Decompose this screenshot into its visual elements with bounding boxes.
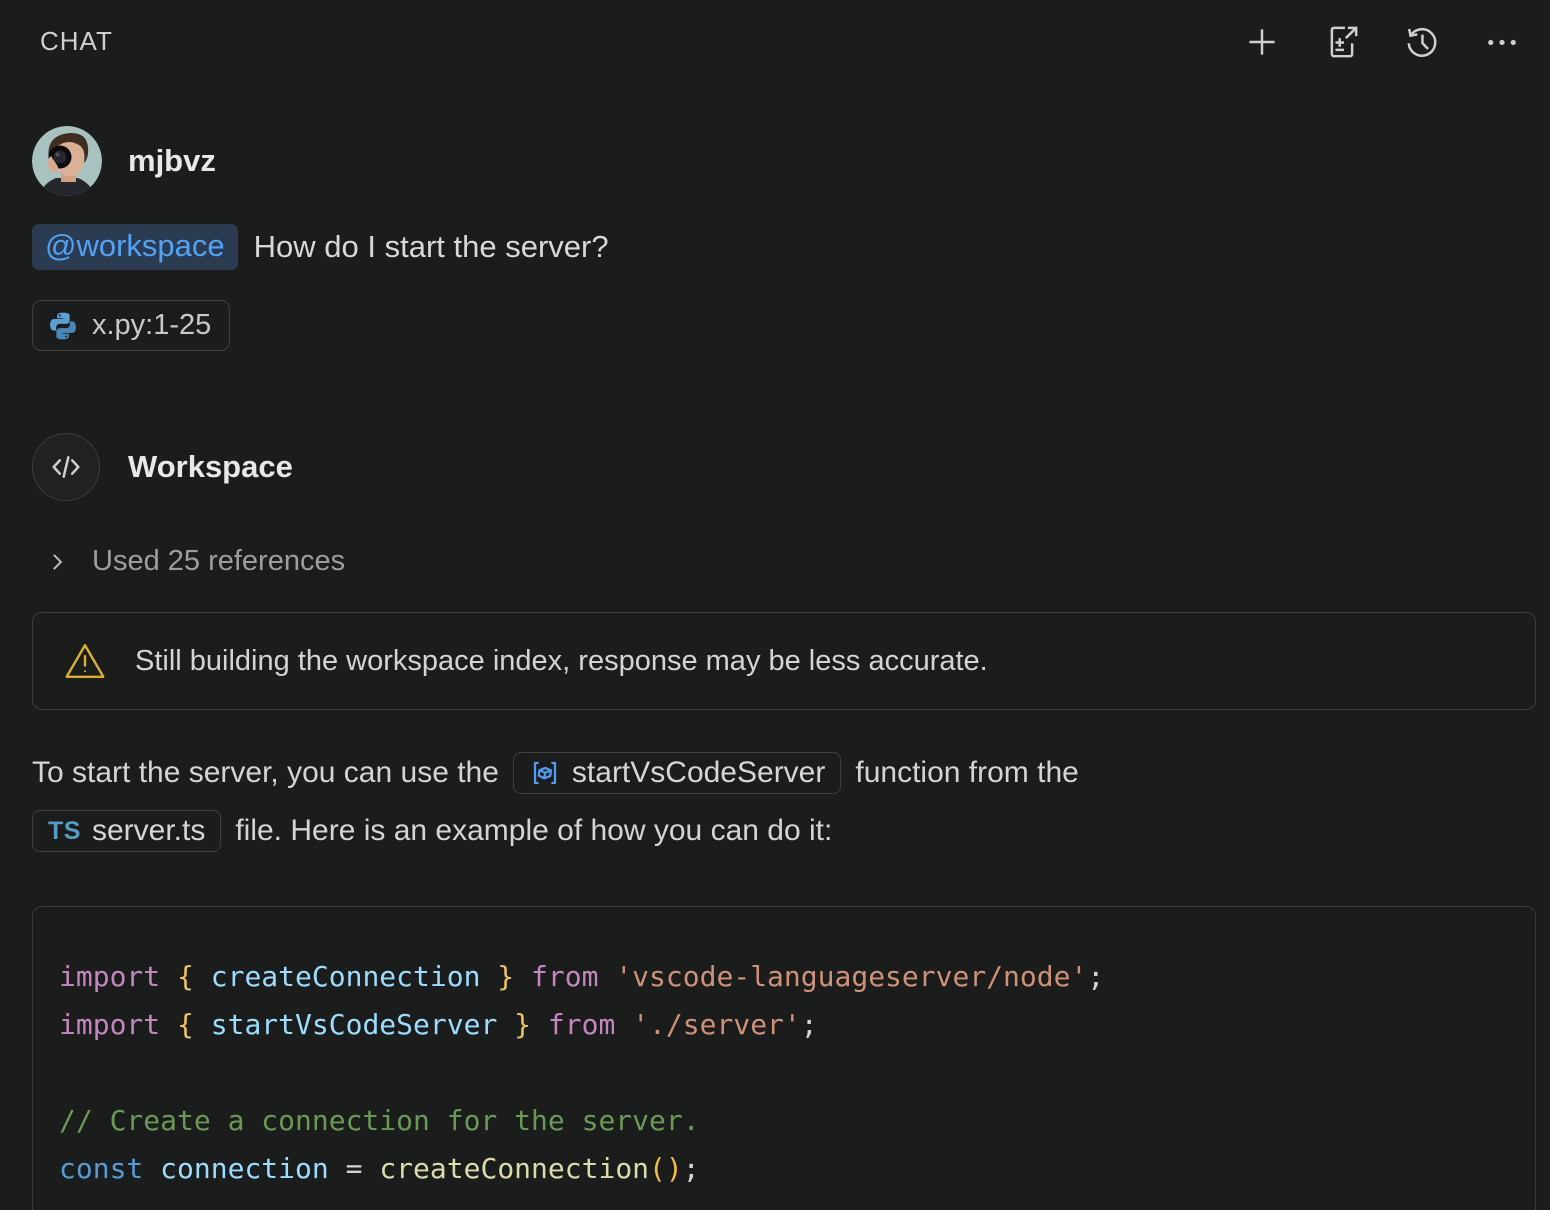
used-references-label: Used 25 references <box>92 545 345 578</box>
avatar-image <box>32 126 102 196</box>
agent-avatar <box>32 433 100 501</box>
paragraph-line-2: TS server.ts file. Here is an example of… <box>32 802 1536 860</box>
code-block: import { createConnection } from 'vscode… <box>32 906 1536 1210</box>
python-icon <box>47 310 79 342</box>
paragraph-part-2: function from the <box>855 756 1078 790</box>
user-header-row: mjbvz <box>32 126 1536 196</box>
chat-history-button[interactable] <box>1402 22 1442 62</box>
chevron-right-icon <box>44 549 70 575</box>
agent-name: Workspace <box>128 449 293 485</box>
username: mjbvz <box>128 143 216 179</box>
workspace-mention: @workspace <box>32 224 238 270</box>
panel-title: CHAT <box>40 22 113 57</box>
more-actions-icon <box>1484 23 1520 61</box>
response-paragraph: To start the server, you can use the sta… <box>32 744 1536 860</box>
symbol-chip-label: startVsCodeServer <box>572 756 825 790</box>
open-chat-in-editor-button[interactable] <box>1322 22 1362 62</box>
attachment-label: x.py:1-25 <box>92 309 211 342</box>
chat-panel: CHAT <box>0 0 1550 1210</box>
symbol-method-icon <box>529 757 561 789</box>
used-references-toggle[interactable]: Used 25 references <box>44 545 345 578</box>
history-icon <box>1404 23 1440 61</box>
attachment-chip[interactable]: x.py:1-25 <box>32 300 230 351</box>
new-chat-icon <box>1244 24 1280 60</box>
open-chat-in-editor-icon <box>1324 24 1360 60</box>
paragraph-part-3: file. Here is an example of how you can … <box>235 814 832 848</box>
symbol-chip[interactable]: startVsCodeServer <box>513 752 841 794</box>
code-icon <box>46 447 86 487</box>
user-turn: mjbvz @workspace How do I start the serv… <box>32 126 1536 351</box>
paragraph-part-1: To start the server, you can use the <box>32 756 499 790</box>
new-chat-button[interactable] <box>1242 22 1282 62</box>
paragraph-line-1: To start the server, you can use the sta… <box>32 744 1536 802</box>
avatar <box>32 126 102 196</box>
agent-header-row: Workspace <box>32 433 1536 501</box>
warning-icon <box>63 639 107 683</box>
header-actions <box>1242 22 1532 62</box>
code-content: import { createConnection } from 'vscode… <box>59 953 1515 1193</box>
warning-box: Still building the workspace index, resp… <box>32 612 1536 710</box>
file-chip-label: server.ts <box>92 814 205 848</box>
user-message-text: How do I start the server? <box>254 229 609 265</box>
chat-content: mjbvz @workspace How do I start the serv… <box>0 126 1550 1210</box>
more-actions-button[interactable] <box>1482 22 1522 62</box>
warning-text: Still building the workspace index, resp… <box>135 645 988 678</box>
ts-file-icon: TS <box>48 817 81 846</box>
response-turn: Workspace Used 25 references Still build… <box>32 433 1536 1210</box>
file-chip[interactable]: TS server.ts <box>32 810 221 852</box>
panel-header: CHAT <box>0 0 1550 62</box>
user-message: @workspace How do I start the server? <box>32 224 1536 270</box>
